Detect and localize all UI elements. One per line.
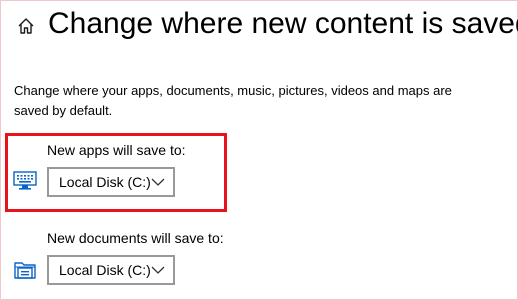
documents-location-value: Local Disk (C:)	[59, 262, 151, 278]
apps-location-dropdown[interactable]: Local Disk (C:)	[47, 167, 175, 197]
monitor-keyboard-icon	[13, 171, 37, 190]
home-button[interactable]	[12, 12, 40, 40]
chevron-down-icon	[151, 265, 165, 275]
apps-save-label: New apps will save to:	[47, 142, 186, 158]
page-title: Change where new content is saved	[48, 7, 518, 40]
documents-folder-icon	[14, 262, 36, 279]
chevron-down-icon	[151, 177, 165, 187]
apps-location-value: Local Disk (C:)	[59, 174, 151, 190]
home-icon	[18, 18, 34, 34]
documents-location-dropdown[interactable]: Local Disk (C:)	[47, 255, 175, 285]
description-text: Change where your apps, documents, music…	[14, 83, 452, 118]
documents-save-label: New documents will save to:	[47, 230, 224, 246]
